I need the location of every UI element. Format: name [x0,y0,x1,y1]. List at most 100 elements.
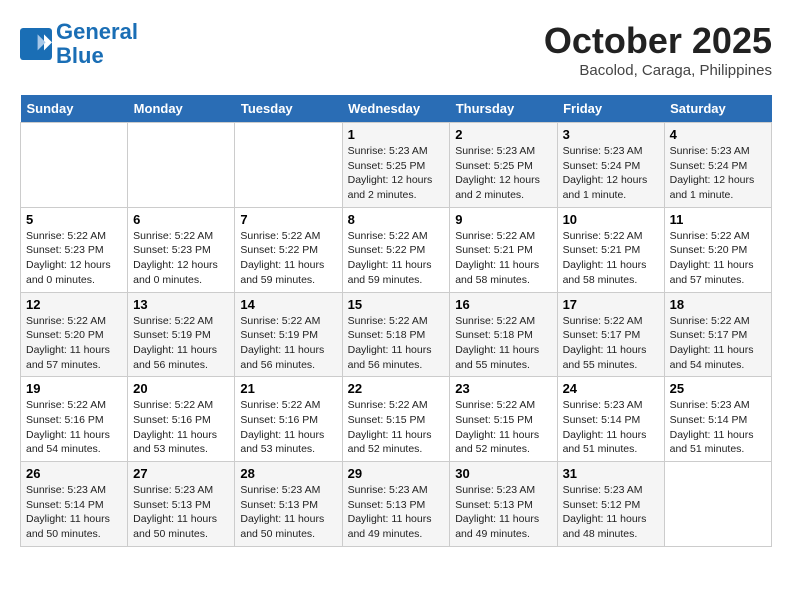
day-info: Sunrise: 5:23 AM Sunset: 5:25 PM Dayligh… [348,144,445,203]
day-number: 2 [455,127,551,142]
calendar-cell-0-6: 4Sunrise: 5:23 AM Sunset: 5:24 PM Daylig… [664,123,771,208]
day-number: 28 [240,466,336,481]
day-info: Sunrise: 5:23 AM Sunset: 5:25 PM Dayligh… [455,144,551,203]
day-info: Sunrise: 5:22 AM Sunset: 5:21 PM Dayligh… [455,229,551,288]
logo-line1: General [56,19,138,44]
day-number: 24 [563,381,659,396]
day-info: Sunrise: 5:23 AM Sunset: 5:13 PM Dayligh… [240,483,336,542]
day-info: Sunrise: 5:22 AM Sunset: 5:20 PM Dayligh… [670,229,766,288]
calendar-cell-0-5: 3 Sunrise: 5:23 AM Sunset: 5:24 PM Daylig… [557,123,664,208]
calendar-cell-0-0 [21,123,128,208]
header-tuesday: Tuesday [235,95,342,123]
day-number: 14 [240,297,336,312]
day-info: Sunrise: 5:22 AM Sunset: 5:23 PM Dayligh… [133,229,229,288]
calendar-cell-3-5: 24 Sunrise: 5:23 AM Sunset: 5:14 PM Dayli… [557,377,664,462]
day-number: 18 [670,297,766,312]
day-number: 20 [133,381,229,396]
calendar-cell-0-4: 2 Sunrise: 5:23 AM Sunset: 5:25 PM Daylig… [450,123,557,208]
logo: General Blue [20,20,138,68]
day-number: 23 [455,381,551,396]
day-info: Sunrise: 5:22 AM Sunset: 5:16 PM Dayligh… [26,398,122,457]
calendar-cell-3-6: 25Sunrise: 5:23 AM Sunset: 5:14 PM Dayli… [664,377,771,462]
day-info: Sunrise: 5:22 AM Sunset: 5:18 PM Dayligh… [348,314,445,373]
calendar-cell-2-2: 14 Sunrise: 5:22 AM Sunset: 5:19 PM Dayli… [235,292,342,377]
calendar-cell-2-5: 17 Sunrise: 5:22 AM Sunset: 5:17 PM Dayli… [557,292,664,377]
week-row-1: 1Sunrise: 5:23 AM Sunset: 5:25 PM Daylig… [21,123,772,208]
day-info: Sunrise: 5:22 AM Sunset: 5:16 PM Dayligh… [240,398,336,457]
day-info: Sunrise: 5:23 AM Sunset: 5:13 PM Dayligh… [348,483,445,542]
logo-icon [20,28,52,60]
calendar-cell-4-3: 29 Sunrise: 5:23 AM Sunset: 5:13 PM Dayli… [342,462,450,547]
day-info: Sunrise: 5:22 AM Sunset: 5:19 PM Dayligh… [133,314,229,373]
calendar-cell-2-3: 15Sunrise: 5:22 AM Sunset: 5:18 PM Dayli… [342,292,450,377]
day-info: Sunrise: 5:23 AM Sunset: 5:12 PM Dayligh… [563,483,659,542]
calendar-cell-4-6 [664,462,771,547]
day-info: Sunrise: 5:22 AM Sunset: 5:22 PM Dayligh… [348,229,445,288]
day-info: Sunrise: 5:22 AM Sunset: 5:15 PM Dayligh… [348,398,445,457]
day-info: Sunrise: 5:23 AM Sunset: 5:24 PM Dayligh… [670,144,766,203]
calendar-cell-4-0: 26Sunrise: 5:23 AM Sunset: 5:14 PM Dayli… [21,462,128,547]
day-number: 27 [133,466,229,481]
calendar-cell-4-5: 31 Sunrise: 5:23 AM Sunset: 5:12 PM Dayli… [557,462,664,547]
day-info: Sunrise: 5:22 AM Sunset: 5:19 PM Dayligh… [240,314,336,373]
day-number: 31 [563,466,659,481]
calendar-cell-4-2: 28 Sunrise: 5:23 AM Sunset: 5:13 PM Dayli… [235,462,342,547]
logo-line2: Blue [56,43,104,68]
calendar-cell-1-6: 11 Sunrise: 5:22 AM Sunset: 5:20 PM Dayli… [664,207,771,292]
calendar-cell-3-3: 22 Sunrise: 5:22 AM Sunset: 5:15 PM Dayli… [342,377,450,462]
day-info: Sunrise: 5:23 AM Sunset: 5:13 PM Dayligh… [133,483,229,542]
day-info: Sunrise: 5:23 AM Sunset: 5:13 PM Dayligh… [455,483,551,542]
day-number: 5 [26,212,122,227]
header-sunday: Sunday [21,95,128,123]
header-friday: Friday [557,95,664,123]
calendar-cell-3-0: 19 Sunrise: 5:22 AM Sunset: 5:16 PM Dayli… [21,377,128,462]
page-subtitle: Bacolod, Caraga, Philippines [544,62,772,79]
header-saturday: Saturday [664,95,771,123]
calendar-cell-1-2: 7Sunrise: 5:22 AM Sunset: 5:22 PM Daylig… [235,207,342,292]
day-number: 22 [348,381,445,396]
calendar-cell-4-4: 30 Sunrise: 5:23 AM Sunset: 5:13 PM Dayli… [450,462,557,547]
week-row-3: 12 Sunrise: 5:22 AM Sunset: 5:20 PM Dayli… [21,292,772,377]
day-info: Sunrise: 5:22 AM Sunset: 5:18 PM Dayligh… [455,314,551,373]
day-number: 6 [133,212,229,227]
calendar-cell-2-1: 13 Sunrise: 5:22 AM Sunset: 5:19 PM Dayli… [128,292,235,377]
day-info: Sunrise: 5:22 AM Sunset: 5:15 PM Dayligh… [455,398,551,457]
calendar-header-row: SundayMondayTuesdayWednesdayThursdayFrid… [21,95,772,123]
day-info: Sunrise: 5:22 AM Sunset: 5:16 PM Dayligh… [133,398,229,457]
week-row-5: 26Sunrise: 5:23 AM Sunset: 5:14 PM Dayli… [21,462,772,547]
title-block: October 2025 Bacolod, Caraga, Philippine… [544,20,772,79]
day-info: Sunrise: 5:23 AM Sunset: 5:24 PM Dayligh… [563,144,659,203]
day-info: Sunrise: 5:22 AM Sunset: 5:23 PM Dayligh… [26,229,122,288]
calendar-cell-0-2 [235,123,342,208]
day-number: 21 [240,381,336,396]
day-number: 11 [670,212,766,227]
page-header: General Blue October 2025 Bacolod, Carag… [20,20,772,79]
calendar-cell-2-6: 18 Sunrise: 5:22 AM Sunset: 5:17 PM Dayli… [664,292,771,377]
day-number: 17 [563,297,659,312]
day-info: Sunrise: 5:22 AM Sunset: 5:20 PM Dayligh… [26,314,122,373]
calendar-cell-0-3: 1Sunrise: 5:23 AM Sunset: 5:25 PM Daylig… [342,123,450,208]
day-info: Sunrise: 5:22 AM Sunset: 5:17 PM Dayligh… [670,314,766,373]
calendar-cell-1-1: 6 Sunrise: 5:22 AM Sunset: 5:23 PM Daylig… [128,207,235,292]
week-row-2: 5 Sunrise: 5:22 AM Sunset: 5:23 PM Daylig… [21,207,772,292]
day-number: 12 [26,297,122,312]
day-number: 19 [26,381,122,396]
day-number: 3 [563,127,659,142]
day-number: 10 [563,212,659,227]
day-number: 29 [348,466,445,481]
week-row-4: 19 Sunrise: 5:22 AM Sunset: 5:16 PM Dayli… [21,377,772,462]
calendar-cell-3-4: 23 Sunrise: 5:22 AM Sunset: 5:15 PM Dayli… [450,377,557,462]
day-info: Sunrise: 5:23 AM Sunset: 5:14 PM Dayligh… [670,398,766,457]
day-info: Sunrise: 5:23 AM Sunset: 5:14 PM Dayligh… [563,398,659,457]
day-number: 13 [133,297,229,312]
day-number: 16 [455,297,551,312]
day-info: Sunrise: 5:22 AM Sunset: 5:17 PM Dayligh… [563,314,659,373]
day-number: 30 [455,466,551,481]
day-number: 8 [348,212,445,227]
calendar-cell-3-1: 20 Sunrise: 5:22 AM Sunset: 5:16 PM Dayli… [128,377,235,462]
day-info: Sunrise: 5:22 AM Sunset: 5:22 PM Dayligh… [240,229,336,288]
header-monday: Monday [128,95,235,123]
calendar-cell-1-4: 9Sunrise: 5:22 AM Sunset: 5:21 PM Daylig… [450,207,557,292]
day-info: Sunrise: 5:22 AM Sunset: 5:21 PM Dayligh… [563,229,659,288]
calendar-cell-1-5: 10 Sunrise: 5:22 AM Sunset: 5:21 PM Dayli… [557,207,664,292]
